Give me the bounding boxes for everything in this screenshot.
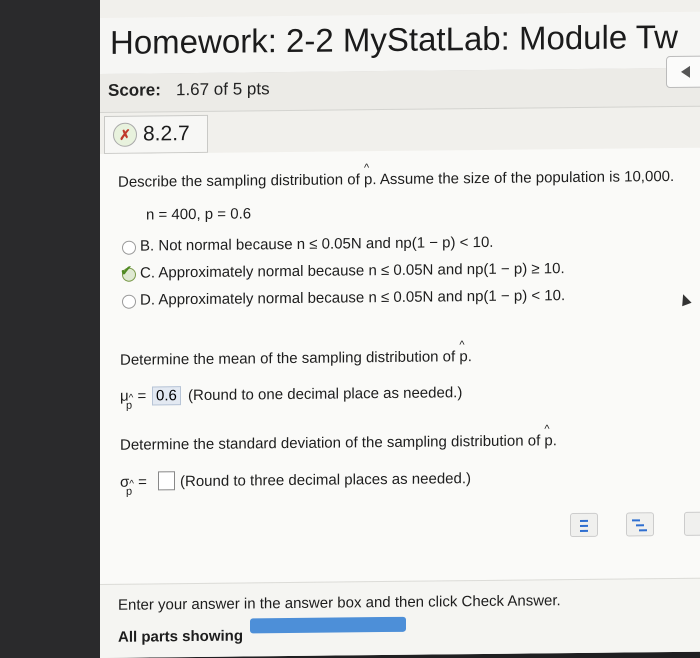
progress-bar[interactable]: [250, 616, 406, 634]
more-tools-icon[interactable]: [684, 511, 700, 536]
previous-question-button[interactable]: [666, 55, 700, 89]
checkmark-icon: ✔: [120, 262, 133, 280]
option-d[interactable]: D. Approximately normal because n ≤ 0.05…: [140, 287, 565, 308]
sd-prompt: Determine the standard deviation of the …: [120, 423, 557, 454]
option-b-text: Not normal because n ≤ 0.05N and np(1 − …: [158, 233, 494, 255]
option-b[interactable]: B. Not normal because n ≤ 0.05N and np(1…: [140, 234, 493, 255]
left-arrow-icon: [681, 65, 690, 78]
mean-hint: (Round to one decimal place as needed.): [188, 384, 463, 405]
partial-credit-icon: ✗: [113, 122, 137, 147]
p-hat-symbol: ^ p: [544, 423, 553, 450]
sigma-subscript: p: [126, 485, 133, 498]
equals-sign: =: [137, 387, 147, 405]
homework-window: Homework: 2-2 MyStatLab: Module Tw Score…: [100, 0, 700, 658]
given-values: n = 400, p = 0.6: [146, 205, 252, 224]
score-label: Score:: [108, 80, 161, 100]
option-c[interactable]: C. Approximately normal because n ≤ 0.05…: [140, 260, 565, 281]
question-area: Describe the sampling distribution of ^ p…: [100, 147, 700, 584]
mean-symbol: μ^ p =: [120, 387, 147, 412]
fraction-tool-icon[interactable]: [570, 512, 598, 538]
parts-showing-label: All parts showing: [118, 627, 244, 646]
option-c-letter: C.: [140, 264, 155, 282]
describe-prompt-tail: . Assume the size of the population is 1…: [372, 167, 675, 189]
mu-subscript: p: [126, 399, 133, 412]
option-b-radio[interactable]: [122, 240, 136, 255]
equals-sign: =: [138, 473, 147, 491]
sd-prompt-text: Determine the standard deviation of the …: [120, 432, 541, 454]
page-title: Homework: 2-2 MyStatLab: Module Tw: [110, 17, 678, 61]
p-hat-symbol: ^ p: [363, 162, 373, 189]
sd-answer-box[interactable]: [158, 471, 175, 491]
option-d-text: Approximately normal because n ≤ 0.05N a…: [158, 287, 566, 309]
option-d-radio[interactable]: [122, 294, 136, 309]
describe-prompt: Describe the sampling distribution of ^ p…: [118, 162, 675, 191]
mixed-number-tool-icon[interactable]: [626, 512, 654, 537]
question-id-box: ✗ 8.2.7: [104, 114, 208, 154]
score-row: Score: 1.67 of 5 pts: [100, 67, 700, 113]
monitor-bezel: [0, 0, 102, 658]
mean-answer-box[interactable]: 0.6: [152, 386, 181, 406]
header-bar: Homework: 2-2 MyStatLab: Module Tw: [100, 11, 700, 76]
sd-symbol: σ^ p =: [120, 473, 147, 498]
sd-hint: (Round to three decimal places as needed…: [180, 470, 472, 491]
footer-instruction: Enter your answer in the answer box and …: [118, 592, 561, 614]
option-d-letter: D.: [140, 291, 155, 309]
question-number: 8.2.7: [143, 122, 190, 146]
option-b-letter: B.: [140, 237, 155, 255]
mean-prompt: Determine the mean of the sampling distr…: [120, 339, 472, 369]
mean-prompt-text: Determine the mean of the sampling distr…: [120, 348, 456, 369]
describe-prompt-text: Describe the sampling distribution of: [118, 171, 360, 191]
p-hat-symbol: ^ p: [459, 339, 468, 366]
score-value: 1.67 of 5 pts: [176, 79, 270, 100]
option-c-text: Approximately normal because n ≤ 0.05N a…: [158, 260, 565, 282]
